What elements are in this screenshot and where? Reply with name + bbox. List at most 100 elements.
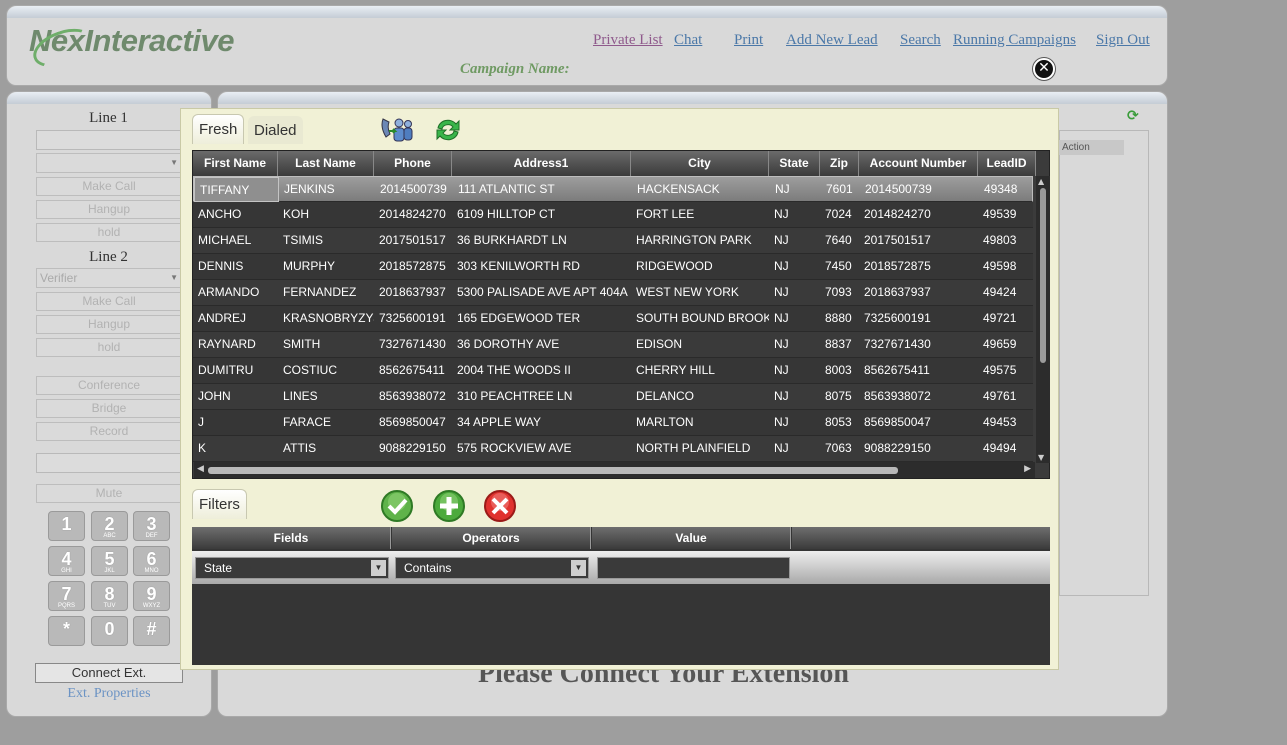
cell-account-number: 8563938072 [864, 389, 931, 403]
nav-running-campaigns[interactable]: Running Campaigns [953, 32, 1076, 49]
keypad-key-3[interactable]: 3 DEF [133, 511, 170, 541]
lead-row[interactable]: ANDREJ KRASNOBRYZYJ 7325600191 165 EDGEWOOD… [193, 306, 1033, 332]
line2-hold-button[interactable]: hold [36, 338, 182, 357]
horizontal-scrollbar[interactable]: ◀ ▶ [194, 462, 1035, 478]
vertical-scrollbar[interactable]: ▲ ▼ [1036, 176, 1050, 463]
keypad-key-star[interactable]: * [48, 616, 85, 646]
close-icon[interactable]: ✕ [1033, 58, 1055, 80]
cell-state: NJ [774, 441, 789, 455]
keypad-key-6[interactable]: 6 MNO [133, 546, 170, 576]
column-header-address1[interactable]: Address1 [452, 151, 631, 176]
mute-button[interactable]: Mute [36, 484, 182, 503]
keypad-key-0[interactable]: 0 [91, 616, 128, 646]
cell-first-name: MICHAEL [198, 233, 252, 247]
bridge-button[interactable]: Bridge [36, 399, 182, 418]
keypad-key-4[interactable]: 4 GHI [48, 546, 85, 576]
record-button[interactable]: Record [36, 422, 182, 441]
line1-hangup-button[interactable]: Hangup [36, 200, 182, 219]
keypad-key-7[interactable]: 7 PQRS [48, 581, 85, 611]
keypad-key-2[interactable]: 2 ABC [91, 511, 128, 541]
apply-filter-icon[interactable] [380, 489, 414, 527]
cell-address1: 36 DOROTHY AVE [457, 337, 560, 351]
cell-zip: 8837 [825, 337, 852, 351]
scroll-up-icon[interactable]: ▲ [1038, 177, 1044, 186]
column-header-last-name[interactable]: Last Name [278, 151, 374, 176]
column-header-state[interactable]: State [769, 151, 820, 176]
cell-account-number: 8569850047 [864, 415, 931, 429]
cell-address1: 2004 THE WOODS II [457, 363, 571, 377]
cell-city: SOUTH BOUND BROOK [636, 311, 769, 325]
scroll-down-icon[interactable]: ▼ [1038, 453, 1044, 462]
remove-filter-icon[interactable] [483, 489, 517, 527]
line1-make-call-button[interactable]: Make Call [36, 177, 182, 196]
column-header-first-name[interactable]: First Name [193, 151, 278, 176]
filter-operator-select[interactable]: Contains ▼ [395, 557, 589, 579]
connect-ext-button[interactable]: Connect Ext. [35, 663, 183, 683]
column-header-account-number[interactable]: Account Number [859, 151, 978, 176]
keypad-key-8[interactable]: 8 TUV [91, 581, 128, 611]
cell-zip: 7640 [825, 233, 852, 247]
key-letters: WXYZ [142, 603, 161, 609]
tab-fresh[interactable]: Fresh [192, 114, 245, 144]
filter-value-input[interactable] [597, 557, 790, 579]
keypad-key-5[interactable]: 5 JKL [91, 546, 128, 576]
lead-row[interactable]: ARMANDO FERNANDEZ 2018637937 5300 PALISADE … [193, 280, 1033, 306]
nav-sign-out[interactable]: Sign Out [1096, 32, 1150, 49]
refresh-icon[interactable] [433, 116, 463, 148]
nav-chat[interactable]: Chat [674, 32, 702, 49]
line1-hold-button[interactable]: hold [36, 223, 182, 242]
cell-account-number: 2014824270 [864, 207, 931, 221]
keypad-key-1[interactable]: 1 [48, 511, 85, 541]
nav-private-list[interactable]: Private List [593, 32, 663, 49]
scroll-right-icon[interactable]: ▶ [1024, 464, 1031, 474]
conference-button[interactable]: Conference [36, 376, 182, 395]
line1-select[interactable]: ▼ [36, 153, 182, 173]
column-header-city[interactable]: City [631, 151, 769, 176]
lead-row[interactable]: JOHN LINES 8563938072 310 PEACHTREE LN DELAN… [193, 384, 1033, 410]
ext-properties-link[interactable]: Ext. Properties [36, 686, 182, 702]
line1-label: Line 1 [89, 110, 128, 126]
cell-phone: 2017501517 [379, 233, 446, 247]
column-header-phone[interactable]: Phone [374, 151, 452, 176]
line2-verifier-select[interactable]: Verifier ▼ [36, 268, 182, 288]
lead-row[interactable]: K ATTIS 9088229150 575 ROCKVIEW AVE NORTH PL… [193, 436, 1033, 462]
key-digit: 4 [61, 549, 72, 569]
cell-state: NJ [774, 363, 789, 377]
lead-row[interactable]: DENNIS MURPHY 2018572875 303 KENILWORTH RD R… [193, 254, 1033, 280]
lead-row[interactable]: DUMITRU COSTIUC 8562675411 2004 THE WOODS I… [193, 358, 1033, 384]
lead-row[interactable]: RAYNARD SMITH 7327671430 36 DOROTHY AVE EDIS… [193, 332, 1033, 358]
keypad-key-9[interactable]: 9 WXYZ [133, 581, 170, 611]
cell-first-name: RAYNARD [198, 337, 256, 351]
cell-first-name: ARMANDO [198, 285, 260, 299]
nav-search[interactable]: Search [900, 32, 941, 49]
column-header-lead-id[interactable]: LeadID [978, 151, 1036, 176]
cell-last-name: FERNANDEZ [283, 285, 357, 299]
lead-row[interactable]: TIFFANY JENKINS 2014500739 111 ATLANTIC ST H… [193, 176, 1033, 202]
cell-zip: 8003 [825, 363, 852, 377]
cell-state: NJ [775, 182, 790, 196]
nav-print[interactable]: Print [734, 32, 763, 49]
nav-add-new-lead[interactable]: Add New Lead [786, 32, 878, 49]
column-header-zip[interactable]: Zip [820, 151, 859, 176]
tab-filters[interactable]: Filters [192, 489, 247, 519]
line2-make-call-button[interactable]: Make Call [36, 292, 182, 311]
filter-field-select[interactable]: State ▼ [195, 557, 389, 579]
keypad-key-pound[interactable]: # [133, 616, 170, 646]
leads-table: First Name Last Name Phone Address1 City Stat… [192, 150, 1050, 479]
refresh-icon[interactable]: ⟳ [1127, 108, 1139, 124]
line1-number-field[interactable] [36, 130, 182, 150]
line2-hangup-button[interactable]: Hangup [36, 315, 182, 334]
lead-row[interactable]: MICHAEL TSIMIS 2017501517 36 BURKHARDT LN HA… [193, 228, 1033, 254]
lead-row[interactable]: ANCHO KOH 2014824270 6109 HILLTOP CT FORT LE… [193, 202, 1033, 228]
cell-lead-id: 49721 [983, 311, 1017, 325]
add-filter-icon[interactable] [432, 489, 466, 527]
cell-lead-id: 49424 [983, 285, 1017, 299]
tab-dialed[interactable]: Dialed [248, 116, 303, 144]
lead-row[interactable]: J FARACE 8569850047 34 APPLE WAY MARLTON NJ 80… [193, 410, 1033, 436]
transfer-call-icon[interactable] [379, 115, 415, 149]
key-letters: ABC [103, 533, 116, 539]
key-digit: # [146, 619, 157, 639]
scroll-left-icon[interactable]: ◀ [197, 464, 204, 474]
key-digit: * [62, 619, 70, 639]
dial-field[interactable] [36, 453, 182, 473]
